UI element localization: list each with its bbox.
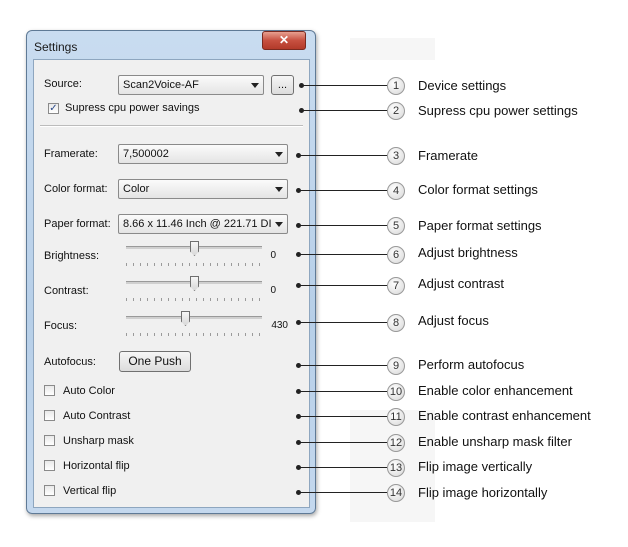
callout-line: [299, 416, 387, 417]
callout-badge: 8: [387, 314, 405, 332]
source-browse-button[interactable]: ...: [271, 75, 294, 95]
callout-text: Paper format settings: [418, 218, 542, 233]
focus-label: Focus:: [44, 320, 78, 332]
autofocus-label: Autofocus:: [44, 356, 96, 368]
slider-thumb[interactable]: [181, 311, 190, 326]
paper-format-label: Paper format:: [44, 218, 111, 230]
slider-ticks: [126, 333, 262, 336]
auto-color-checkbox[interactable]: [44, 385, 55, 396]
unsharp-mask-label: Unsharp mask: [63, 435, 134, 447]
focus-value: 430: [271, 320, 288, 331]
callout-badge: 7: [387, 277, 405, 295]
contrast-value: 0: [270, 285, 276, 296]
color-format-dropdown[interactable]: Color: [118, 179, 288, 199]
color-format-label: Color format:: [44, 183, 108, 195]
callout-text: Device settings: [418, 78, 507, 93]
callout-text: Adjust brightness: [418, 245, 518, 260]
slider-ticks: [126, 263, 262, 266]
callout-text: Flip image horizontally: [418, 485, 548, 500]
callout-text: Enable contrast enhancement: [418, 408, 591, 423]
paper-format-value: 8.66 x 11.46 Inch @ 221.71 DI: [123, 218, 272, 230]
callout-line: [299, 492, 387, 493]
cpu-checkbox-label: Supress cpu power savings: [65, 102, 200, 114]
callout-line: [299, 322, 387, 323]
chevron-down-icon: [275, 187, 283, 192]
callout-text: Supress cpu power settings: [418, 103, 578, 118]
callout-line: [299, 467, 387, 468]
source-label: Source:: [44, 78, 82, 90]
callout-text: Adjust contrast: [418, 276, 504, 291]
cpu-checkbox[interactable]: ✓: [48, 103, 59, 114]
auto-contrast-checkbox[interactable]: [44, 410, 55, 421]
callout-line: [299, 190, 387, 191]
callout-line: [302, 85, 387, 86]
callout-line: [299, 442, 387, 443]
callout-line: [299, 391, 387, 392]
callout-text: Flip image vertically: [418, 459, 533, 474]
slider-track: [126, 316, 262, 319]
framerate-value: 7,500002: [123, 148, 169, 160]
callout-badge: 9: [387, 357, 405, 375]
focus-slider[interactable]: [126, 311, 262, 339]
contrast-label: Contrast:: [44, 285, 89, 297]
callout-line: [299, 365, 387, 366]
horizontal-flip-label: Horizontal flip: [63, 460, 130, 472]
callout-text: Framerate: [418, 148, 478, 163]
callout-line: [299, 285, 387, 286]
framerate-dropdown[interactable]: 7,500002: [118, 144, 288, 164]
color-format-value: Color: [123, 183, 150, 195]
brightness-value: 0: [270, 250, 276, 261]
source-dropdown[interactable]: Scan2Voice-AF: [118, 75, 264, 95]
callout-text: Color format settings: [418, 182, 538, 197]
horizontal-flip-checkbox[interactable]: [44, 460, 55, 471]
unsharp-mask-checkbox[interactable]: [44, 435, 55, 446]
callout-text: Adjust focus: [418, 313, 489, 328]
callout-badge: 1: [387, 77, 405, 95]
separator: [40, 125, 303, 127]
vertical-flip-checkbox[interactable]: [44, 485, 55, 496]
auto-color-label: Auto Color: [63, 385, 115, 397]
callout-badge: 11: [387, 408, 405, 426]
callout-badge: 5: [387, 217, 405, 235]
slider-thumb[interactable]: [190, 276, 199, 291]
close-icon: ✕: [278, 33, 290, 47]
slider-ticks: [126, 298, 262, 301]
callout-line: [299, 254, 387, 255]
one-push-button[interactable]: One Push: [119, 351, 191, 372]
callout-badge: 2: [387, 102, 405, 120]
callout-text: Enable color enhancement: [418, 383, 573, 398]
brightness-label: Brightness:: [44, 250, 100, 262]
callout-badge: 14: [387, 484, 405, 502]
callout-line: [299, 155, 387, 156]
callout-badge: 10: [387, 383, 405, 401]
callout-line: [302, 110, 387, 111]
callout-badge: 6: [387, 246, 405, 264]
source-value: Scan2Voice-AF: [123, 79, 199, 91]
dialog-title: Settings: [34, 40, 78, 54]
callout-badge: 4: [387, 182, 405, 200]
callout-badge: 3: [387, 147, 405, 165]
callout-badge: 13: [387, 459, 405, 477]
framerate-label: Framerate:: [44, 148, 98, 160]
vertical-flip-label: Vertical flip: [63, 485, 117, 497]
chevron-down-icon: [251, 83, 259, 88]
chevron-down-icon: [275, 152, 283, 157]
slider-thumb[interactable]: [190, 241, 199, 256]
callout-text: Perform autofocus: [418, 357, 525, 372]
paper-format-dropdown[interactable]: 8.66 x 11.46 Inch @ 221.71 DI: [118, 214, 288, 234]
close-button[interactable]: ✕: [262, 31, 306, 50]
callout-text: Enable unsharp mask filter: [418, 434, 572, 449]
chevron-down-icon: [275, 222, 283, 227]
callout-badge: 12: [387, 434, 405, 452]
background-panel: [350, 38, 435, 60]
checkmark-icon: ✓: [49, 103, 58, 114]
auto-contrast-label: Auto Contrast: [63, 410, 131, 422]
callout-line: [299, 225, 387, 226]
